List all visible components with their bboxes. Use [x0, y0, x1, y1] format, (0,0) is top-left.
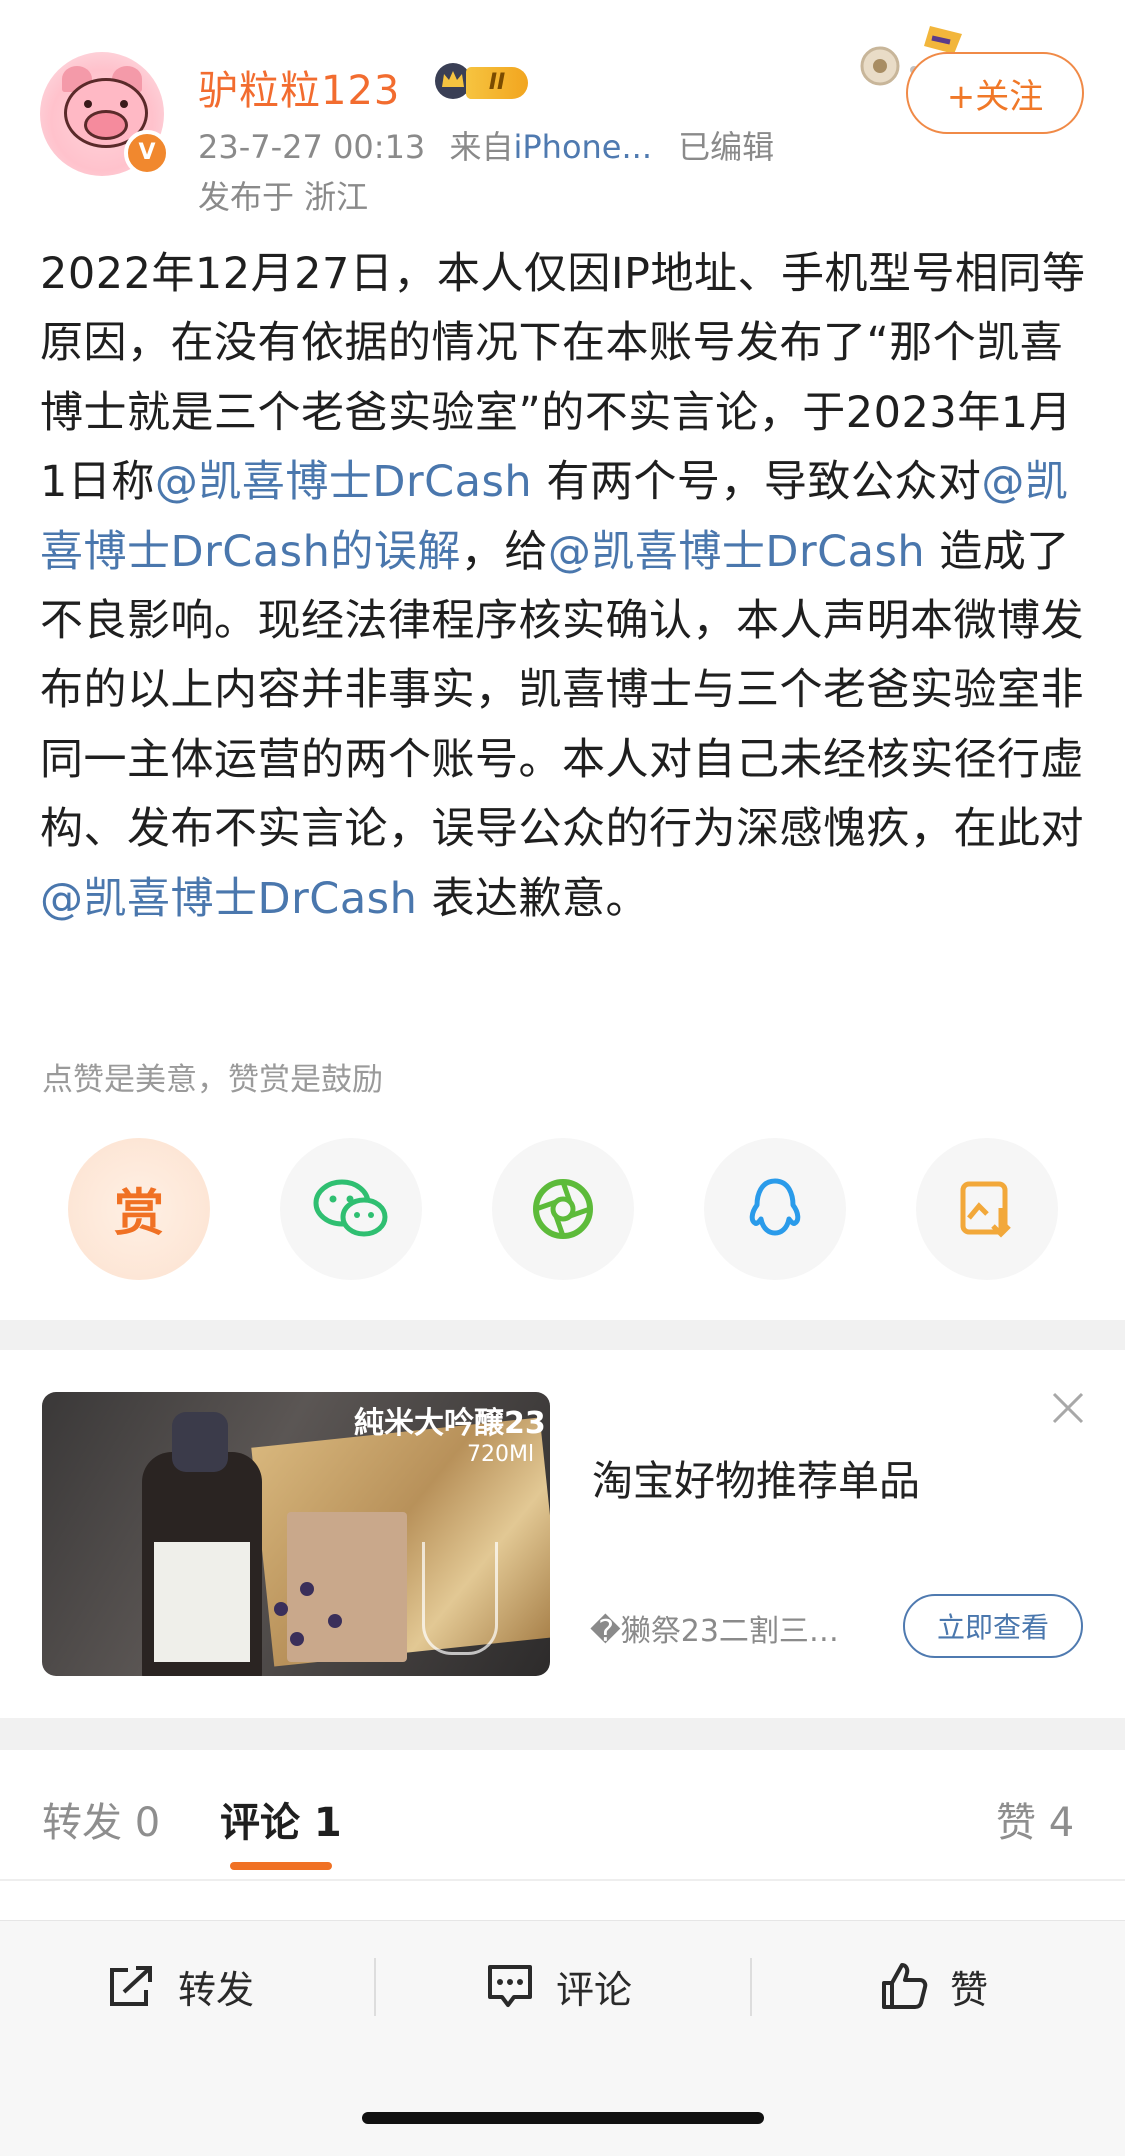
moments-icon [533, 1179, 593, 1239]
post-meta: 23-7-27 00:13 来自iPhone... 已编辑 [198, 122, 774, 168]
action-divider [750, 1958, 752, 2016]
share-moments-button[interactable] [492, 1138, 634, 1280]
comment-label: 评论 [556, 1967, 633, 2012]
ad-view-button[interactable]: 立即查看 [903, 1594, 1083, 1658]
wechat-icon [313, 1179, 388, 1237]
ad-image-glass [422, 1542, 498, 1655]
source-prefix: 来自 [449, 128, 514, 166]
share-wechat-button[interactable] [280, 1138, 422, 1280]
ad-image-text: 純米大吟醸23 [354, 1406, 546, 1441]
avatar-snout [84, 110, 128, 140]
close-icon[interactable] [1050, 1390, 1086, 1426]
share-qq-button[interactable] [704, 1138, 846, 1280]
reward-button[interactable]: 赏 [68, 1138, 210, 1280]
section-divider [0, 1718, 1125, 1750]
timestamp: 23-7-27 00:13 [198, 128, 426, 166]
post-text: 表达歉意。 [431, 873, 649, 924]
active-tab-indicator [230, 1862, 332, 1870]
tab-repost[interactable]: 转发 0 [42, 1790, 160, 1848]
username[interactable]: 驴粒粒123 [198, 58, 400, 116]
mention-link[interactable]: @凯喜博士DrCash [155, 457, 532, 507]
ad-image-berry [300, 1582, 314, 1596]
section-divider [0, 1320, 1125, 1350]
tab-comments[interactable]: 评论 1 [220, 1790, 342, 1848]
post-text: ，给 [460, 526, 548, 577]
repost-label: 转发 [178, 1967, 255, 2012]
ad-subtitle: �獭祭23二割三… [590, 1614, 839, 1649]
avatar-eye [84, 100, 92, 108]
ad-image-label [154, 1542, 250, 1662]
ad-title[interactable]: 淘宝好物推荐单品 [592, 1447, 920, 1507]
source-link[interactable]: iPhone... [513, 128, 652, 166]
reward-tip: 点赞是美意，赞赏是鼓励 [42, 1062, 383, 1098]
ad-image-berry [328, 1614, 342, 1628]
ad-image-berry [274, 1602, 288, 1616]
save-image-icon [960, 1181, 1011, 1238]
mention-link[interactable]: @凯喜博士DrCash [548, 527, 925, 577]
avatar-eye [120, 100, 128, 108]
repost-button[interactable]: 转发 [106, 1958, 254, 2014]
level-badge: II [466, 67, 528, 99]
qq-icon [749, 1178, 801, 1236]
like-label: 赞 [950, 1967, 989, 2012]
tab-divider [0, 1879, 1125, 1881]
tab-likes[interactable]: 赞 4 [996, 1790, 1074, 1848]
thumbs-up-icon [882, 1963, 928, 2009]
comment-icon [488, 1965, 532, 2007]
ad-image-bottle-neck [172, 1412, 228, 1472]
action-divider [374, 1958, 376, 2016]
follow-button[interactable]: +关注 [906, 52, 1084, 134]
ad-image[interactable]: 純米大吟醸23 720Ml [42, 1392, 550, 1676]
ad-image-volume: 720Ml [467, 1442, 535, 1467]
save-image-button[interactable] [916, 1138, 1058, 1280]
post-text: 有两个号，导致公众对 [546, 457, 982, 508]
share-icon [110, 1966, 152, 2006]
edited-label[interactable]: 已编辑 [678, 128, 774, 166]
like-button[interactable]: 赞 [878, 1958, 988, 2014]
location-label: 发布于 浙江 [198, 178, 369, 216]
verified-badge: V [124, 130, 170, 176]
reward-icon: 赏 [114, 1184, 164, 1242]
home-indicator[interactable] [362, 2112, 764, 2124]
post-body: 2022年12月27日，本人仅因IP地址、手机型号相同等原因，在没有依据的情况下… [40, 240, 1090, 934]
comment-button[interactable]: 评论 [484, 1958, 632, 2014]
mention-link[interactable]: @凯喜博士DrCash [40, 874, 417, 924]
ad-image-berry [290, 1632, 304, 1646]
